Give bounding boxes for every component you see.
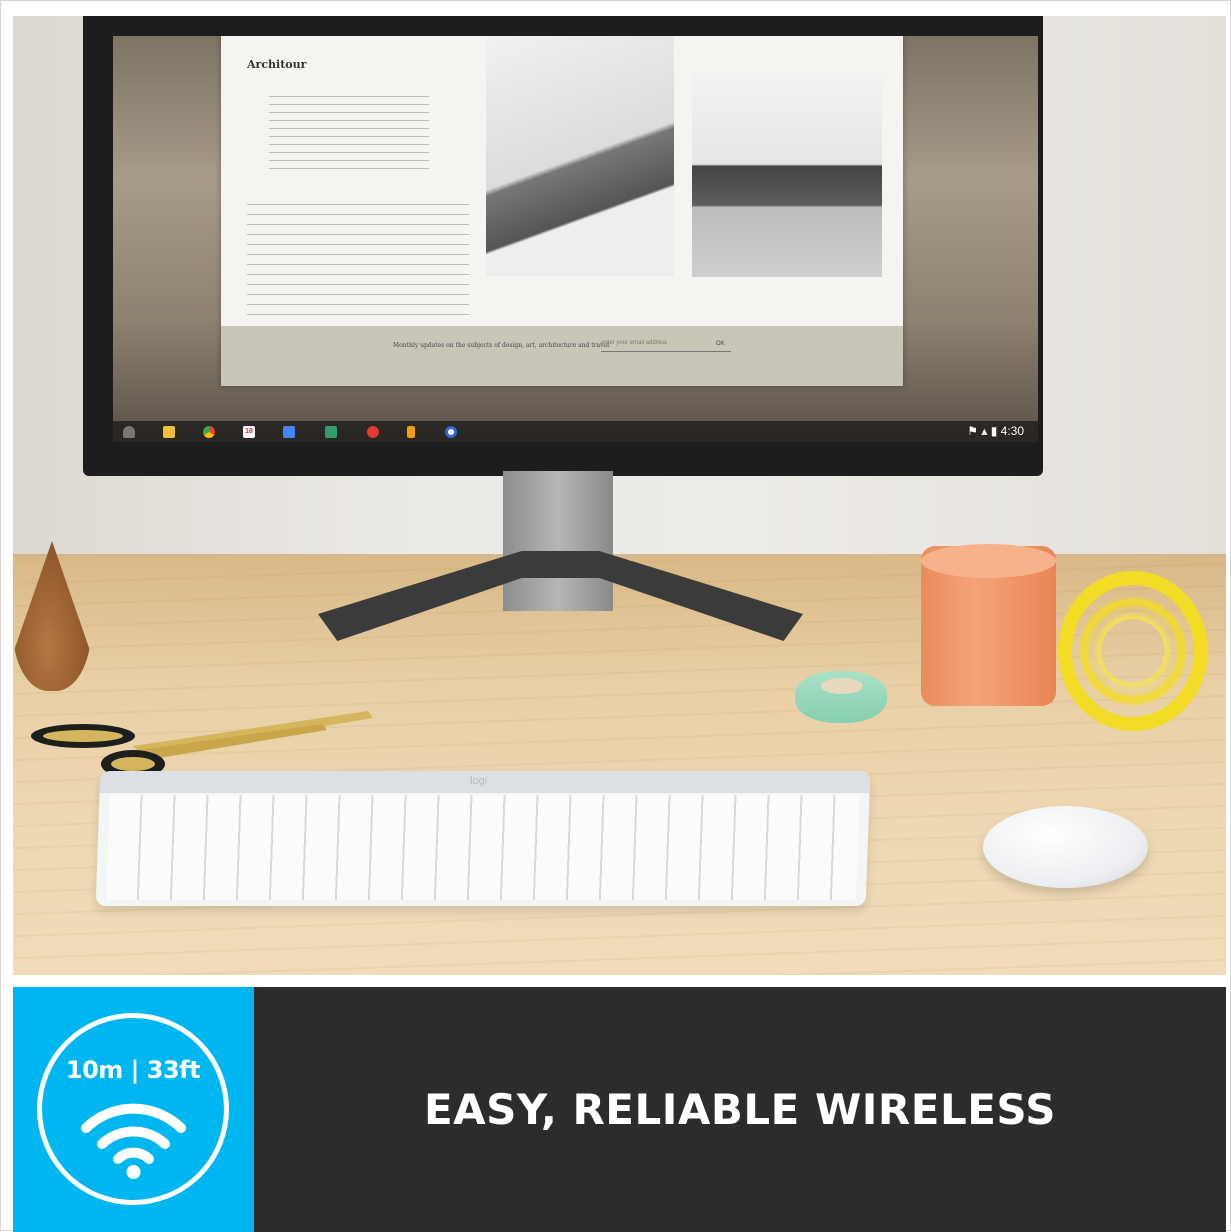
product-image-frame: Architour Monthly updates on the subject… [0,0,1231,1232]
newsletter-email-input: enter your email address [601,340,731,352]
building-photo-left [486,36,674,276]
sheets-icon [283,426,295,438]
article-quote [269,96,429,176]
taskbar: 18 ⚑ ▴ ▮ 4:30 [113,421,1038,442]
range-badge: 10m | 33ft [37,1013,229,1205]
newsletter-bar: Monthly updates on the subjects of desig… [221,326,903,386]
desk-photo: Architour Monthly updates on the subject… [13,16,1226,975]
keyboard-keys [105,795,860,900]
search-icon [445,426,457,438]
folder-icon [163,426,175,438]
status-tray: ⚑ ▴ ▮ 4:30 [967,424,1024,438]
monitor-stand-neck [503,471,613,611]
user-icon [123,426,135,438]
clock: 4:30 [1000,424,1024,438]
range-text: 10m | 33ft [65,1056,201,1084]
newsletter-text: Monthly updates on the subjects of desig… [393,342,609,349]
keyboard-logo: logi [469,775,488,787]
music-icon [367,426,379,438]
icon-panel: 10m | 33ft [13,987,254,1232]
monitor-screen: Architour Monthly updates on the subject… [113,36,1038,442]
wireless-mouse [983,806,1148,888]
article-title: Architour [247,58,307,71]
chrome-icon [203,426,215,438]
wifi-icon [81,1103,186,1179]
feature-banner: 10m | 33ft EASY, RELIABLE WIRELESS [13,987,1226,1232]
headline: EASY, RELIABLE WIRELESS [423,1085,1057,1134]
newsletter-ok-button: OK [716,341,725,347]
photos-icon [325,426,337,438]
orange-jar-lid [921,544,1056,578]
yellow-knot-ball [1058,571,1208,731]
calendar-icon: 18 [243,426,255,438]
web-page: Architour Monthly updates on the subject… [221,36,903,386]
building-photo-right [692,72,882,277]
article-body [247,204,469,324]
wireless-keyboard: logi [95,771,871,906]
files-icon [407,426,415,438]
